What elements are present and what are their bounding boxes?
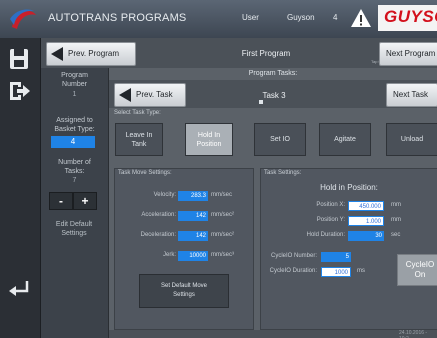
decrement-button[interactable]: - bbox=[49, 192, 73, 210]
icon-rail bbox=[0, 38, 41, 338]
position-x-unit: mm bbox=[391, 202, 401, 208]
save-icon[interactable] bbox=[5, 46, 33, 72]
edit-marker-icon bbox=[259, 100, 263, 104]
velocity-unit: mm/sec bbox=[211, 192, 232, 198]
user-level: 4 bbox=[333, 13, 338, 22]
cycleio-number-label: CycleIO Number: bbox=[270, 253, 317, 259]
program-nav: Prev. Program First Program Tap to Edit … bbox=[41, 38, 437, 69]
position-y-label: Position Y: bbox=[316, 217, 345, 223]
status-bar: 24.10.2016 - 10:2 bbox=[109, 330, 437, 338]
jerk-input[interactable]: 10000 bbox=[178, 251, 208, 261]
user-label: User bbox=[242, 13, 259, 22]
hold-line-2: Position bbox=[196, 141, 222, 148]
set-io-label: Set IO bbox=[270, 136, 290, 143]
task-type-agitate[interactable]: Agitate bbox=[319, 123, 371, 156]
tasks-label-2: Tasks: bbox=[64, 168, 85, 175]
app-title: AUTOTRANS PROGRAMS bbox=[48, 12, 187, 24]
position-x-label: Position X: bbox=[316, 202, 345, 208]
task-type-unload[interactable]: Unload bbox=[386, 123, 437, 156]
position-x-input[interactable]: 450.000 bbox=[348, 201, 384, 211]
task-nav: Prev. Task Task 3 Next Task bbox=[109, 80, 437, 108]
program-tasks-panel: Program Tasks: Prev. Task Task 3 Next Ta… bbox=[109, 68, 437, 338]
brand-logo: GUYSON bbox=[378, 5, 437, 31]
app-window: AUTOTRANS PROGRAMS User Guyson 4 GUYSON bbox=[0, 0, 437, 338]
hold-duration-input[interactable]: 30 bbox=[348, 231, 384, 241]
cycleio-duration-input[interactable]: 1000 bbox=[321, 267, 351, 277]
tasks-count-value: 7 bbox=[72, 177, 77, 184]
program-name[interactable]: First Program bbox=[181, 49, 351, 58]
hold-in-position-title: Hold in Position: bbox=[320, 183, 378, 192]
basket-label-2: Basket Type: bbox=[54, 126, 95, 133]
move-settings-title: Task Move Settings: bbox=[118, 170, 172, 176]
set-default-line-1: Set Default Move bbox=[160, 283, 208, 289]
task-type-leave-in-tank[interactable]: Leave In Tank bbox=[115, 123, 163, 156]
return-icon[interactable] bbox=[5, 276, 33, 302]
deceleration-label: Deceleration: bbox=[140, 232, 176, 238]
hold-duration-label: Hold Duration: bbox=[306, 232, 345, 238]
prev-task-button[interactable]: Prev. Task bbox=[114, 83, 186, 107]
program-info-panel: Program Number 1 Assigned to Basket Type… bbox=[41, 68, 109, 338]
app-logo-icon bbox=[10, 9, 36, 29]
acceleration-label: Acceleration: bbox=[141, 212, 176, 218]
set-default-move-settings-button[interactable]: Set Default Move Settings bbox=[139, 274, 229, 308]
brand-name: GUYSON bbox=[384, 7, 437, 26]
deceleration-unit: mm/sec² bbox=[211, 232, 234, 238]
position-y-input[interactable]: 1.000 bbox=[348, 216, 384, 226]
task-settings-title: Task Settings: bbox=[264, 170, 302, 176]
user-name[interactable]: Guyson bbox=[287, 13, 315, 22]
set-default-line-2: Settings bbox=[173, 292, 195, 298]
prev-program-button[interactable]: Prev. Program bbox=[46, 42, 136, 66]
task-type-hold-in-position[interactable]: Hold In Position bbox=[185, 123, 233, 156]
tasks-stepper: - + bbox=[49, 192, 97, 210]
next-task-label: Next Task bbox=[393, 90, 428, 99]
tasks-label-1: Number of bbox=[58, 159, 91, 166]
acceleration-input[interactable]: 142 bbox=[178, 211, 208, 221]
velocity-input[interactable]: 283.3 bbox=[178, 191, 208, 201]
deceleration-input[interactable]: 142 bbox=[178, 231, 208, 241]
cycleio-number-input[interactable]: 5 bbox=[321, 252, 351, 262]
cycleio-btn-line-1: CycleIO bbox=[405, 260, 435, 269]
position-y-unit: mm bbox=[391, 217, 401, 223]
cycleio-btn-line-2: On bbox=[414, 270, 426, 279]
velocity-label: Velocity: bbox=[153, 192, 176, 198]
leave-line-1: Leave In bbox=[125, 132, 153, 139]
agitate-label: Agitate bbox=[334, 136, 356, 143]
task-type-label: Select Task Type: bbox=[114, 110, 161, 116]
next-task-button[interactable]: Next Task bbox=[386, 83, 437, 107]
edit-default-settings-link[interactable]: Edit Default Settings bbox=[45, 220, 103, 238]
cycleio-duration-unit: ms bbox=[357, 268, 365, 274]
task-move-settings-panel: Task Move Settings: Velocity: 283.3 mm/s… bbox=[114, 168, 254, 330]
cycleio-toggle-button[interactable]: CycleIO On bbox=[397, 254, 437, 286]
jerk-unit: mm/sec³ bbox=[211, 252, 234, 258]
arrow-left-icon bbox=[119, 88, 131, 102]
timestamp: 24.10.2016 - 10:2 bbox=[399, 330, 428, 338]
hold-duration-unit: sec bbox=[391, 232, 401, 238]
next-program-label: Next Program bbox=[386, 49, 436, 58]
program-number-value: 1 bbox=[72, 91, 77, 98]
jerk-label: Jerk: bbox=[162, 252, 176, 258]
task-settings-panel: Task Settings: Hold in Position: Positio… bbox=[260, 168, 437, 330]
task-type-set-io[interactable]: Set IO bbox=[254, 123, 306, 156]
increment-button[interactable]: + bbox=[73, 192, 97, 210]
edit-defaults-line-2: Settings bbox=[61, 230, 87, 237]
top-bar: AUTOTRANS PROGRAMS User Guyson 4 GUYSON bbox=[0, 0, 437, 39]
cycleio-duration-label: CycleIO Duration: bbox=[269, 268, 317, 274]
leave-line-2: Tank bbox=[131, 141, 147, 148]
acceleration-unit: mm/sec² bbox=[211, 212, 234, 218]
prev-program-label: Prev. Program bbox=[68, 49, 119, 58]
exit-icon[interactable] bbox=[5, 78, 33, 104]
program-number-label-2: Number bbox=[62, 81, 87, 88]
hold-line-1: Hold In bbox=[197, 132, 221, 139]
basket-type-input[interactable]: 4 bbox=[51, 136, 95, 148]
prev-task-label: Prev. Task bbox=[136, 90, 173, 99]
task-name[interactable]: Task 3 bbox=[229, 91, 319, 100]
program-number-label-1: Program bbox=[61, 72, 88, 79]
task-type-selector: Leave In Tank Hold In Position Set IO Ag… bbox=[109, 123, 437, 159]
warning-icon[interactable] bbox=[350, 8, 372, 28]
basket-label-1: Assigned to bbox=[56, 117, 93, 124]
arrow-left-icon bbox=[51, 47, 63, 61]
next-program-button[interactable]: Next Program bbox=[379, 42, 437, 66]
edit-defaults-line-1: Edit Default bbox=[55, 221, 93, 228]
unload-label: Unload bbox=[400, 136, 424, 143]
